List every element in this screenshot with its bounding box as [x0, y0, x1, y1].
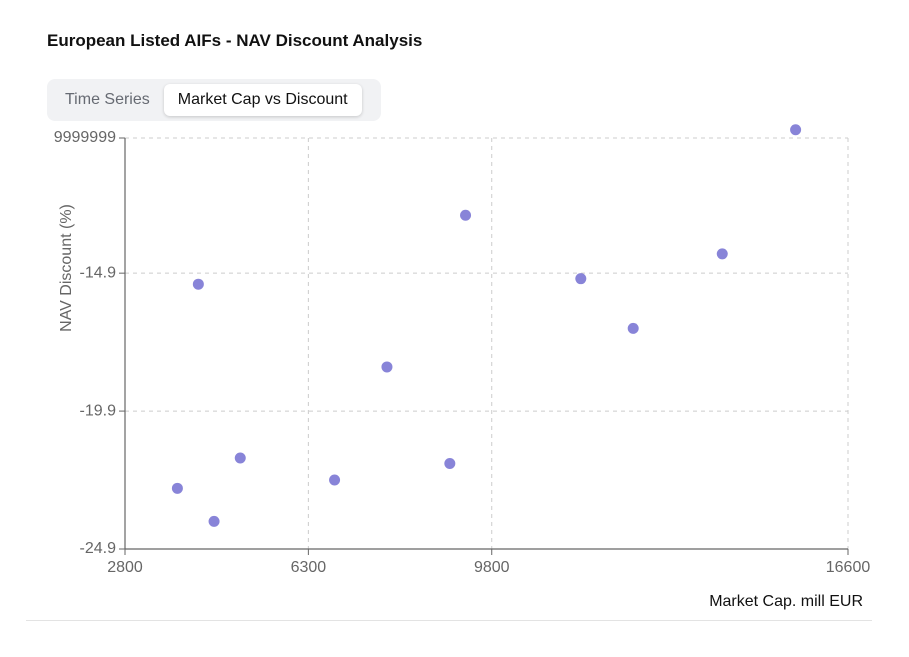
scatter-point[interactable]	[627, 322, 639, 334]
chart-grid	[125, 137, 849, 549]
y-axis-label: NAV Discount (%)	[58, 204, 75, 332]
x-tick-label: 9800	[474, 559, 510, 576]
chart-axes: 2800 6300 9800 16600 -24.9 -19.9 -14.9 9999999	[54, 129, 871, 576]
y-tick-label: -19.9	[80, 402, 117, 419]
y-tick-label: 9999999	[54, 129, 116, 146]
scatter-point[interactable]	[444, 457, 456, 469]
x-axis-label: Market Cap. mill EUR	[709, 593, 863, 610]
x-tick-label: 16600	[826, 559, 871, 576]
chart-points	[171, 124, 802, 527]
x-tick-label: 6300	[291, 559, 327, 576]
scatter-point[interactable]	[460, 209, 472, 221]
scatter-point[interactable]	[716, 248, 728, 260]
scatter-point[interactable]	[171, 482, 183, 494]
y-tick-label: -14.9	[80, 264, 117, 281]
scatter-point[interactable]	[192, 278, 204, 290]
y-tick-label: -24.9	[80, 540, 117, 557]
scatter-point[interactable]	[234, 452, 246, 464]
x-tick-label: 2800	[107, 559, 143, 576]
scatter-point[interactable]	[329, 474, 341, 486]
scatter-point[interactable]	[790, 124, 802, 136]
scatter-chart: 2800 6300 9800 16600-24.9-19.9-14.99999999 …	[54, 124, 871, 610]
scatter-point[interactable]	[575, 273, 587, 285]
divider	[26, 620, 872, 621]
scatter-point[interactable]	[381, 361, 393, 373]
scatter-point[interactable]	[208, 515, 220, 527]
